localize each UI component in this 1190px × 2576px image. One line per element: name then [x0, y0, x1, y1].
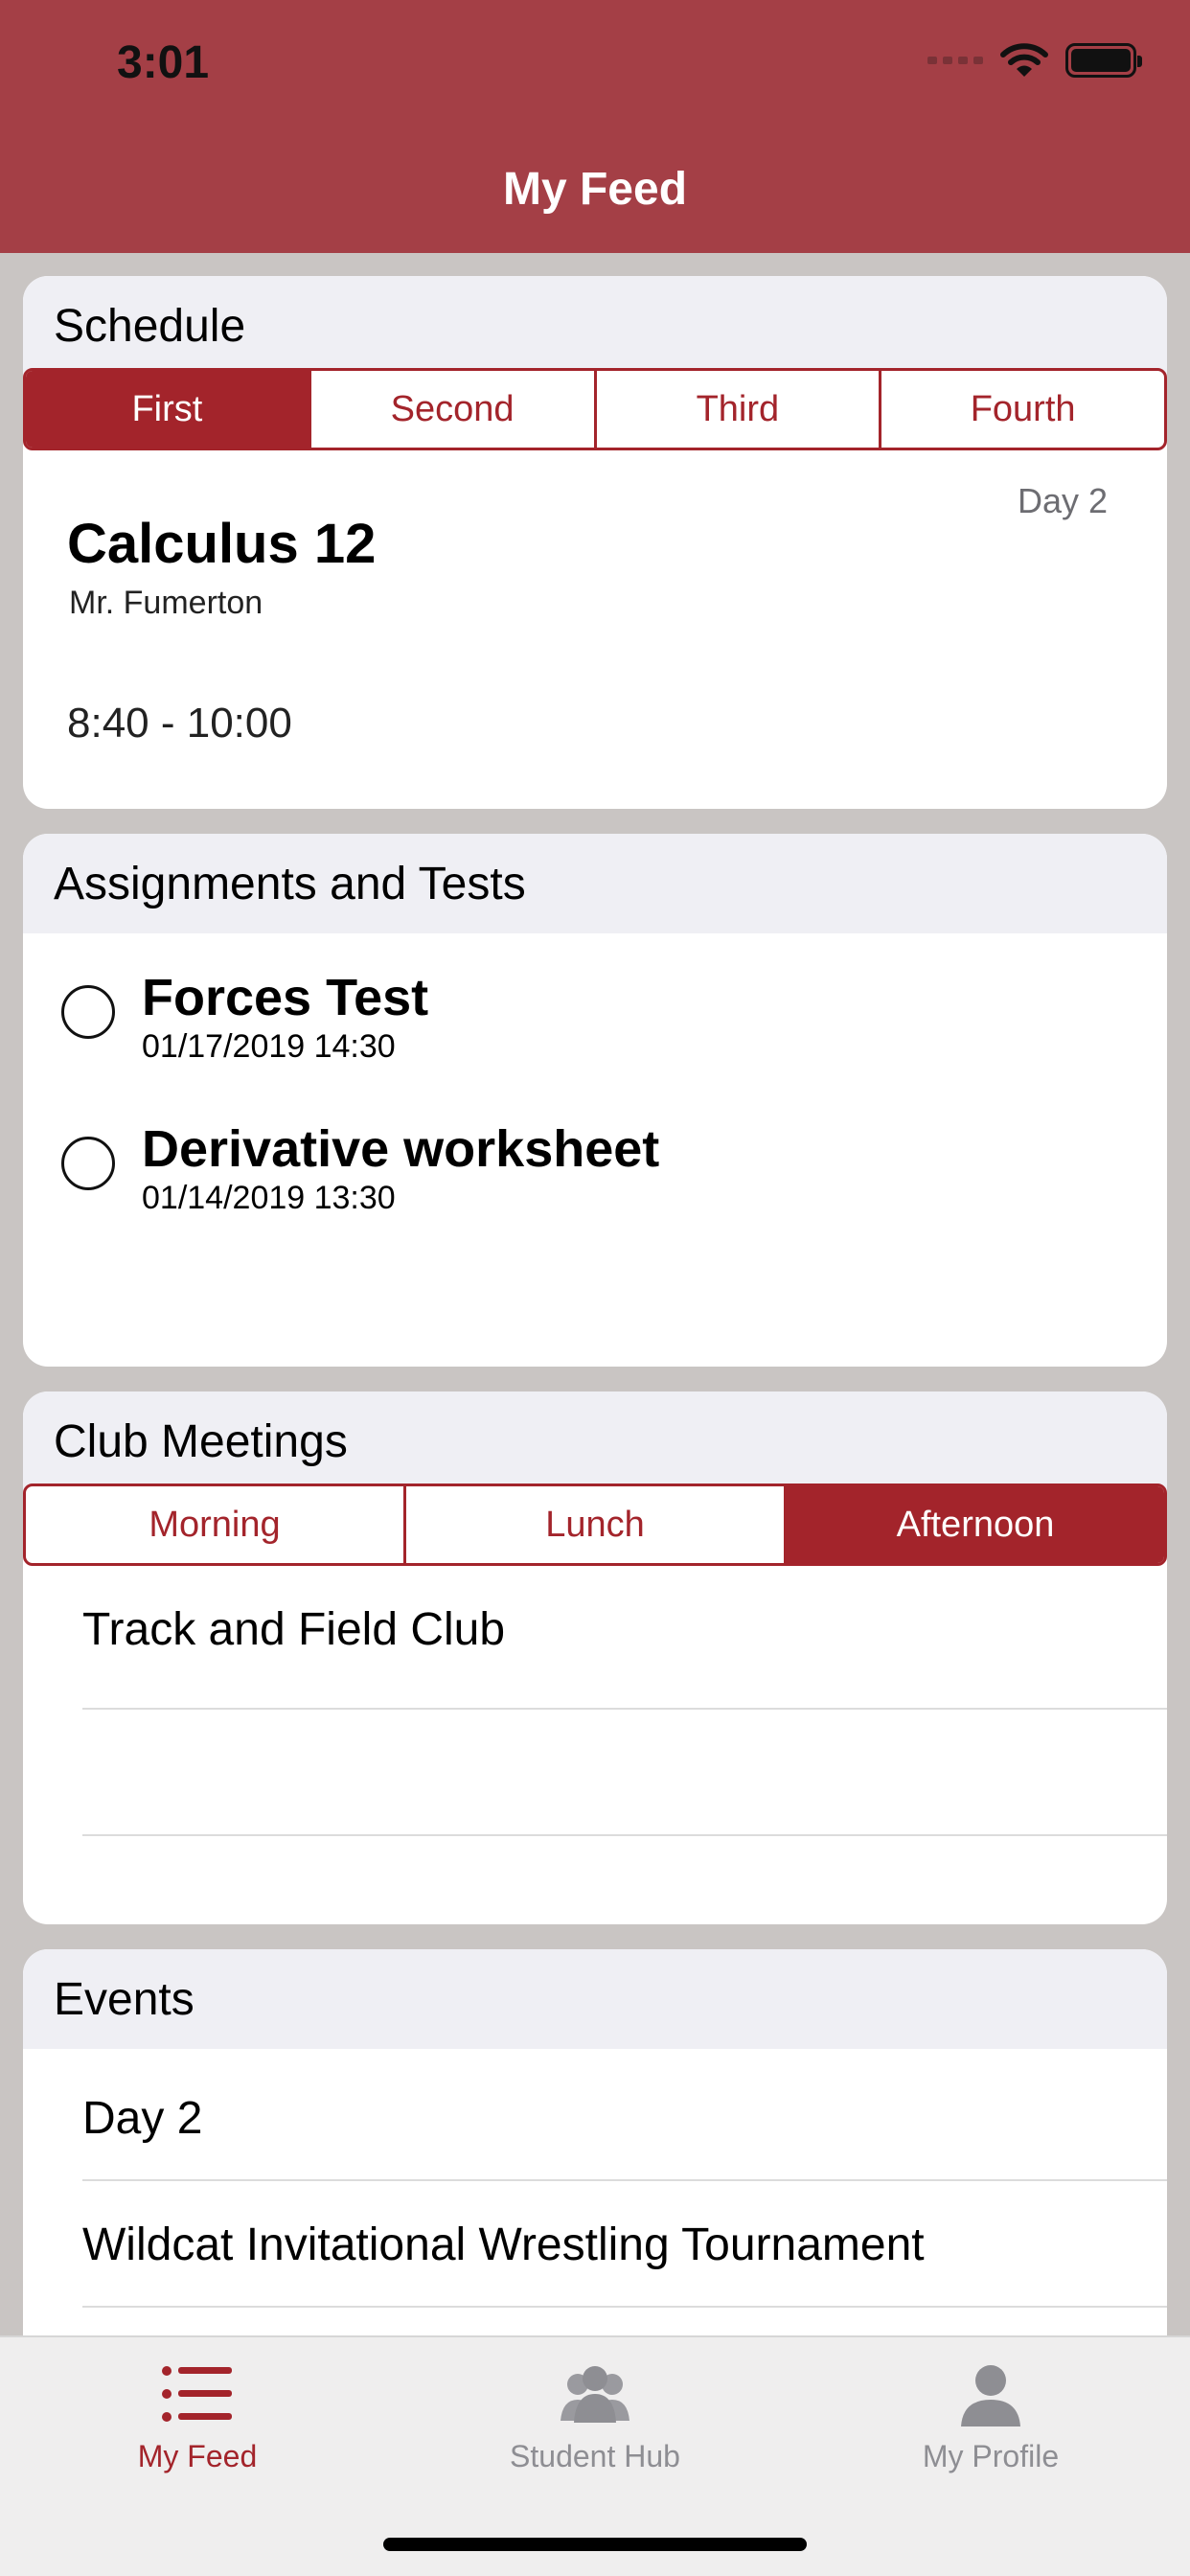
tab-my-profile[interactable]: My Profile — [847, 2357, 1134, 2474]
tab-label: My Feed — [137, 2439, 258, 2473]
tab-second[interactable]: Second — [311, 371, 597, 448]
person-icon — [961, 2365, 1020, 2426]
battery-icon — [1065, 43, 1142, 78]
assignments-card: Assignments and Tests Forces Test 01/17/… — [23, 834, 1167, 1367]
status-time: 3:01 — [117, 37, 210, 88]
schedule-day: Day 2 — [1017, 481, 1108, 520]
tab-morning[interactable]: Morning — [26, 1486, 406, 1563]
navigation-header: 3:01 My Feed — [0, 0, 1190, 253]
list-icon — [162, 2366, 232, 2422]
clubs-card: Club Meetings Morning Lunch Afternoon Tr… — [23, 1392, 1167, 1924]
schedule-heading: Schedule — [23, 276, 1167, 376]
cellular-signal-icon — [927, 57, 983, 64]
tab-label: My Profile — [922, 2439, 1060, 2473]
list-item[interactable]: Day 2 — [82, 2055, 1167, 2181]
assignment-date: 01/17/2019 14:30 — [142, 1028, 396, 1065]
divider — [82, 2306, 1167, 2308]
checkbox-circle-icon[interactable] — [61, 1137, 115, 1190]
assignments-heading: Assignments and Tests — [23, 834, 1167, 933]
assignment-title: Derivative worksheet — [142, 1120, 660, 1178]
assignment-title: Forces Test — [142, 969, 429, 1026]
tab-first[interactable]: First — [26, 371, 311, 448]
page-title: My Feed — [502, 164, 688, 215]
list-item[interactable]: Derivative worksheet 01/14/2019 13:30 — [61, 1119, 659, 1217]
schedule-card: Schedule First Second Third Fourth Day 2… — [23, 276, 1167, 809]
wifi-icon — [1000, 43, 1048, 77]
tab-fourth[interactable]: Fourth — [881, 371, 1164, 448]
events-heading: Events — [23, 1949, 1167, 2049]
status-icons — [927, 42, 1142, 79]
tab-third[interactable]: Third — [597, 371, 882, 448]
clubs-heading: Club Meetings — [23, 1392, 1167, 1491]
home-indicator — [383, 2538, 807, 2551]
divider — [82, 1708, 1167, 1710]
assignment-date: 01/14/2019 13:30 — [142, 1180, 396, 1216]
divider — [82, 1834, 1167, 1836]
list-item[interactable]: Track and Field Club — [82, 1566, 1167, 1692]
tab-afternoon[interactable]: Afternoon — [787, 1486, 1164, 1563]
course-time: 8:40 - 10:00 — [67, 700, 292, 747]
events-card: Events Day 2 Wildcat Invitational Wrestl… — [23, 1949, 1167, 2371]
tab-my-feed[interactable]: My Feed — [54, 2357, 341, 2474]
schedule-period-selector: First Second Third Fourth — [23, 368, 1167, 450]
list-item[interactable]: Wildcat Invitational Wrestling Tournamen… — [82, 2181, 1167, 2308]
tab-student-hub[interactable]: Student Hub — [451, 2357, 739, 2474]
club-time-selector: Morning Lunch Afternoon — [23, 1484, 1167, 1566]
course-teacher: Mr. Fumerton — [69, 585, 263, 621]
course-title: Calculus 12 — [67, 513, 377, 575]
group-icon — [561, 2366, 629, 2423]
checkbox-circle-icon[interactable] — [61, 985, 115, 1039]
list-item[interactable]: Forces Test 01/17/2019 14:30 — [61, 968, 428, 1066]
tab-label: Student Hub — [510, 2439, 680, 2473]
tab-lunch[interactable]: Lunch — [406, 1486, 787, 1563]
